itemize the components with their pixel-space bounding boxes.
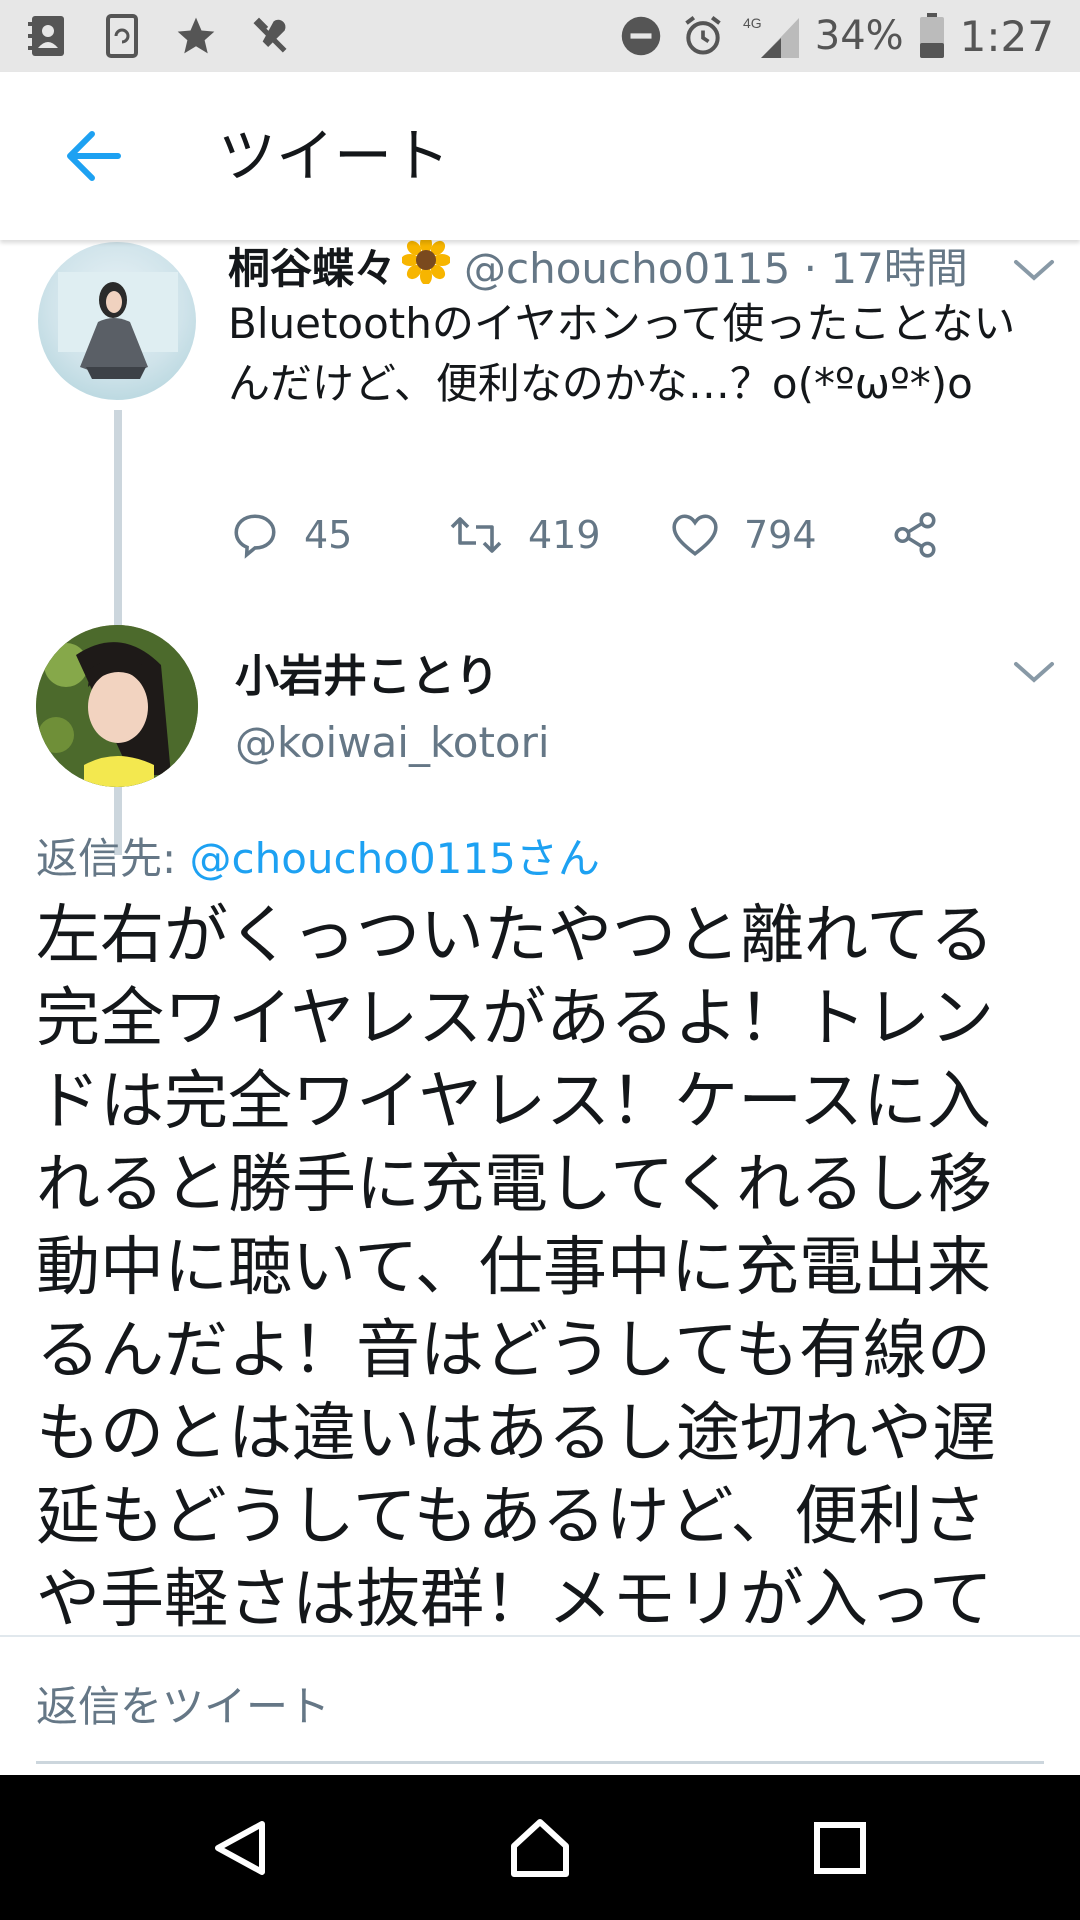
- like-count: 794: [744, 513, 817, 557]
- square-recents-icon: [814, 1822, 866, 1874]
- tweet-text: Bluetoothのイヤホンって使ったことないんだけど、便利なのかな…？o(*º…: [228, 299, 1016, 408]
- battery-percent: 34%: [814, 13, 904, 59]
- nav-recents-button[interactable]: [790, 1803, 890, 1893]
- tweet-text: 左右がくっついたやつと離れてる完全ワイヤレスがあるよ！トレンドは完全ワイヤレス！…: [36, 899, 996, 1635]
- do-not-disturb-icon: [617, 12, 665, 60]
- handle-and-time: @choucho0115 · 17時間: [464, 243, 968, 293]
- chevron-down-icon[interactable]: [1012, 256, 1056, 286]
- like-button[interactable]: 794: [670, 505, 817, 565]
- alarm-icon: [679, 12, 727, 60]
- contacts-icon: [24, 12, 72, 60]
- sunflower-icon: [401, 240, 452, 294]
- sync-doc-icon: [98, 12, 146, 60]
- back-button[interactable]: [50, 112, 138, 200]
- reply-to-label: 返信先:: [36, 834, 190, 883]
- display-name[interactable]: 桐谷蝶々: [228, 240, 396, 296]
- status-bar: 4G 34% 1:27: [0, 0, 1080, 72]
- share-button[interactable]: [890, 505, 940, 565]
- home-icon: [511, 1819, 569, 1877]
- avatar[interactable]: [38, 242, 196, 400]
- arrow-left-icon: [67, 131, 121, 181]
- tools-icon: [246, 12, 294, 60]
- signal-icon: 4G: [741, 12, 801, 60]
- share-icon: [894, 512, 936, 558]
- tweet-actions: 45 419 794: [230, 505, 970, 565]
- app-header: ツイート: [0, 72, 1080, 240]
- tweet-thread[interactable]: 桐谷蝶々 @choucho0115 · 17時間 Bluetoothのイヤホンっ…: [0, 240, 1080, 1635]
- clock: 1:27: [959, 11, 1054, 61]
- heart-icon: [672, 514, 718, 556]
- system-navigation-bar: [0, 1775, 1080, 1920]
- display-name[interactable]: 小岩井ことり: [235, 640, 499, 704]
- nav-home-button[interactable]: [490, 1803, 590, 1893]
- reply-button[interactable]: 45: [230, 505, 352, 565]
- reply-icon: [234, 514, 276, 559]
- network-type: 4G: [743, 15, 762, 31]
- reply-mention-link[interactable]: @choucho0115さん: [190, 834, 600, 883]
- star-icon: [172, 12, 220, 60]
- retweet-count: 419: [528, 513, 601, 557]
- nav-back-button[interactable]: [190, 1803, 290, 1893]
- reply-context: 返信先: @choucho0115さん: [36, 825, 600, 886]
- reply-bar: 返信をツイート: [0, 1635, 1080, 1777]
- reply-placeholder: 返信をツイート: [36, 1682, 331, 1731]
- avatar[interactable]: [36, 625, 198, 787]
- battery-icon: [918, 12, 946, 60]
- tweet-header: 桐谷蝶々 @choucho0115 · 17時間: [228, 240, 968, 293]
- triangle-back-icon: [215, 1821, 265, 1875]
- retweet-icon: [450, 517, 502, 553]
- handle[interactable]: @koiwai_kotori: [235, 718, 550, 767]
- chevron-down-icon[interactable]: [1012, 658, 1056, 688]
- avatar-image: [58, 272, 178, 379]
- page-title: ツイート: [218, 122, 451, 190]
- retweet-button[interactable]: 419: [448, 505, 601, 565]
- avatar-image: [36, 625, 198, 787]
- reply-count: 45: [304, 513, 353, 557]
- reply-input[interactable]: 返信をツイート: [36, 1637, 1044, 1764]
